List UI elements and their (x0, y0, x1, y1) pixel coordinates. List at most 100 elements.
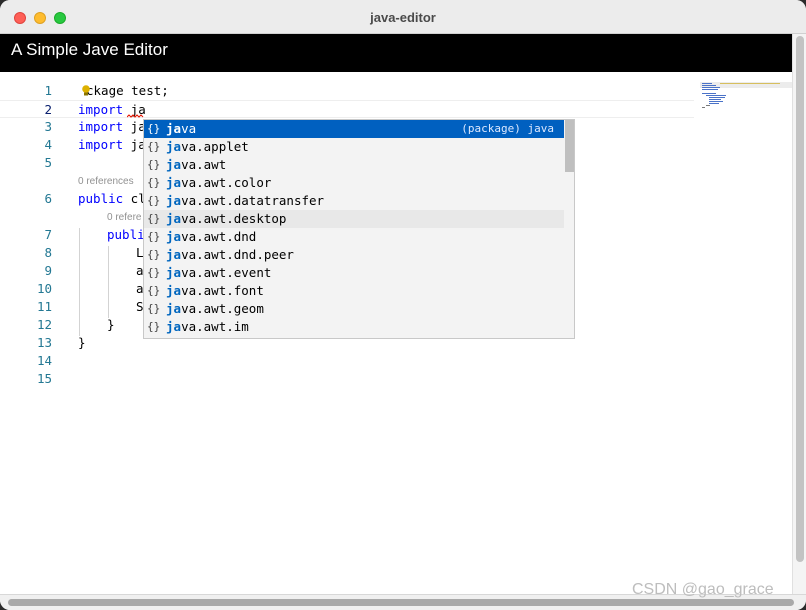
codelens-class-references[interactable]: 0 references (78, 176, 134, 187)
line-number: 8 (44, 245, 52, 260)
code-rest: ckage test; (86, 83, 169, 98)
module-icon: {} (147, 284, 161, 297)
autocomplete-suggestions[interactable]: {} java (package) java{} java.applet{} java.… (143, 119, 575, 339)
suggestion-rest: va.awt.event (181, 265, 272, 280)
horizontal-scrollbar-thumb[interactable] (8, 599, 794, 606)
suggestion-label: java.applet (166, 138, 249, 156)
module-icon: {} (147, 302, 161, 315)
suggestion-label: java.awt.geom (166, 300, 264, 318)
suggestion-item[interactable]: {} java.awt.font (144, 282, 564, 300)
suggestion-item[interactable]: {} java.awt.geom (144, 300, 564, 318)
suggestions-scrollbar-thumb[interactable] (565, 120, 574, 172)
error-squiggle (127, 114, 144, 118)
window-title: java-editor (370, 10, 436, 25)
code-line[interactable]: 14 (0, 352, 694, 370)
suggestion-label: java.awt.event (166, 264, 271, 282)
module-icon: {} (147, 320, 161, 333)
app-title: A Simple Jave Editor (11, 40, 168, 59)
code-text: } (78, 334, 86, 352)
suggestion-rest: va.awt.desktop (181, 211, 287, 226)
module-icon: {} (147, 248, 161, 261)
code-text: import ja (78, 118, 146, 136)
vertical-scrollbar-thumb[interactable] (796, 36, 804, 562)
vertical-scrollbar[interactable] (792, 34, 806, 594)
line-number: 12 (36, 317, 52, 332)
module-icon: {} (147, 122, 161, 135)
suggestion-label: java.awt.dnd.peer (166, 246, 294, 264)
suggestion-item[interactable]: {} java.awt.desktop (144, 210, 564, 228)
line-number: 14 (36, 353, 52, 368)
suggestion-label: java.awt.font (166, 282, 264, 300)
suggestion-match: ja (166, 157, 182, 172)
suggestion-label: java (166, 120, 196, 138)
code-keyword: publi (107, 227, 145, 242)
line-number: 13 (36, 335, 52, 350)
suggestion-match: ja (166, 175, 182, 190)
code-rest: } (78, 335, 86, 350)
suggestion-rest: va.awt.geom (181, 301, 264, 316)
suggestion-item[interactable]: {} java.awt (144, 156, 564, 174)
code-rest: } (107, 317, 115, 332)
suggestion-label: java.awt.color (166, 174, 271, 192)
code-text: ckage test; (86, 82, 169, 100)
line-number: 3 (44, 119, 52, 134)
suggestion-match: ja (166, 319, 182, 334)
module-icon: {} (147, 194, 161, 207)
suggestion-label: java.awt.datatransfer (166, 192, 324, 210)
suggestion-item[interactable]: {} java.awt.datatransfer (144, 192, 564, 210)
suggestion-rest: va.applet (181, 139, 249, 154)
line-number: 7 (44, 227, 52, 242)
code-text: } (107, 316, 115, 334)
suggestion-match: ja (166, 211, 182, 226)
suggestion-rest: va.awt.color (181, 175, 272, 190)
suggestion-item[interactable]: {} java.awt.color (144, 174, 564, 192)
suggestion-item[interactable]: {} java.awt.event (144, 264, 564, 282)
line-number: 1 (44, 83, 52, 98)
suggestion-item[interactable]: {} java.awt.dnd (144, 228, 564, 246)
app-header: A Simple Jave Editor (0, 34, 792, 72)
code-line[interactable]: 1 ckage test; (0, 82, 694, 100)
suggestion-match: ja (166, 265, 182, 280)
suggestion-match: ja (166, 229, 182, 244)
suggestion-item[interactable]: {} java (package) java (144, 120, 564, 138)
indent-guide (108, 246, 109, 318)
module-icon: {} (147, 230, 161, 243)
line-number: 5 (44, 155, 52, 170)
suggestion-match: ja (166, 301, 182, 316)
suggestion-match: ja (166, 193, 182, 208)
line-number: 6 (44, 191, 52, 206)
module-icon: {} (147, 158, 161, 171)
suggestion-label: java.awt.im (166, 318, 249, 336)
suggestion-rest: va.awt.im (181, 319, 249, 334)
codelens-method-references[interactable]: 0 refere (107, 212, 141, 223)
line-number: 11 (36, 299, 52, 314)
suggestion-item[interactable]: {} java.awt.im (144, 318, 564, 336)
suggestion-match: ja (166, 247, 182, 262)
suggestion-match: ja (166, 283, 182, 298)
module-icon: {} (147, 176, 161, 189)
suggestion-item[interactable]: {} java.applet (144, 138, 564, 156)
suggestions-scrollbar[interactable] (565, 120, 574, 338)
editor-window: java-editor A Simple Jave Editor 1 ckage … (0, 0, 806, 610)
code-text: public cl (78, 190, 146, 208)
suggestion-rest: va.awt.font (181, 283, 264, 298)
code-text: publi (107, 226, 145, 244)
suggestion-rest: va (181, 121, 197, 136)
code-line[interactable]: 2 import ja (0, 100, 694, 118)
suggestion-rest: va.awt.datatransfer (181, 193, 325, 208)
code-line[interactable]: 15 (0, 370, 694, 388)
suggestion-label: java.awt (166, 156, 226, 174)
suggestion-detail: (package) java (461, 122, 554, 135)
suggestion-item[interactable]: {} java.awt.dnd.peer (144, 246, 564, 264)
indent-guide (79, 228, 80, 336)
suggestion-rest: va.awt.dnd.peer (181, 247, 294, 262)
code-text: import ja (78, 136, 146, 154)
lightbulb-icon[interactable] (81, 85, 91, 96)
suggestion-match: ja (166, 121, 182, 136)
code-keyword: public (78, 191, 124, 206)
module-icon: {} (147, 266, 161, 279)
suggestion-label: java.awt.desktop (166, 210, 286, 228)
minimap[interactable] (700, 82, 792, 122)
line-number: 2 (44, 102, 52, 117)
line-number: 10 (36, 281, 52, 296)
